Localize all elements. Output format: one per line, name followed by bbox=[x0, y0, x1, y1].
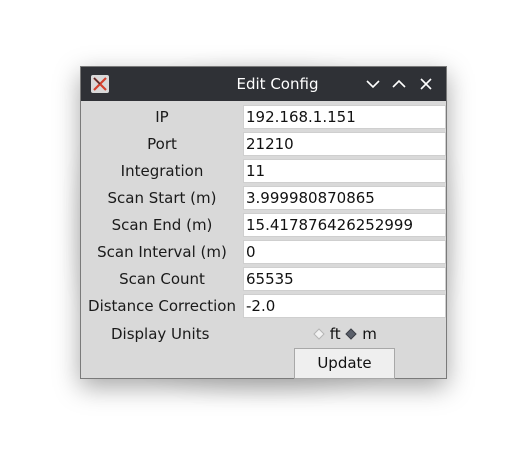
title-bar[interactable]: Edit Config bbox=[81, 67, 446, 101]
radio-ft-label[interactable]: ft bbox=[330, 325, 341, 343]
ip-label: IP bbox=[155, 108, 169, 126]
distance-correction-label: Distance Correction bbox=[88, 297, 236, 315]
scan-interval-label: Scan Interval (m) bbox=[97, 243, 227, 261]
edit-config-window: Edit Config IP 192.168.1.151 Port 21210 … bbox=[80, 66, 447, 379]
scan-end-row: Scan End (m) 15.417876426252999 bbox=[81, 212, 446, 239]
radio-ft[interactable] bbox=[313, 326, 325, 344]
distance-correction-field[interactable]: -2.0 bbox=[243, 294, 446, 318]
chevron-up-icon[interactable] bbox=[388, 73, 410, 95]
scan-start-field[interactable]: 3.999980870865 bbox=[243, 186, 446, 210]
scan-interval-field[interactable]: 0 bbox=[243, 240, 446, 264]
scan-start-label: Scan Start (m) bbox=[107, 189, 217, 207]
scan-count-row: Scan Count 65535 bbox=[81, 266, 446, 293]
radio-m[interactable] bbox=[345, 326, 358, 344]
update-button[interactable]: Update bbox=[294, 348, 395, 379]
close-icon[interactable] bbox=[415, 73, 437, 95]
integration-label: Integration bbox=[120, 162, 204, 180]
port-row: Port 21210 bbox=[81, 131, 446, 158]
scan-count-field[interactable]: 65535 bbox=[243, 267, 446, 291]
scan-end-label: Scan End (m) bbox=[111, 216, 213, 234]
scan-end-field[interactable]: 15.417876426252999 bbox=[243, 213, 446, 237]
chevron-down-icon[interactable] bbox=[362, 73, 384, 95]
integration-field[interactable]: 11 bbox=[243, 159, 446, 183]
display-units-label: Display Units bbox=[111, 325, 210, 343]
radio-m-selected-icon bbox=[345, 327, 358, 340]
ip-row: IP 192.168.1.151 bbox=[81, 104, 446, 131]
radio-m-label[interactable]: m bbox=[362, 325, 377, 343]
scan-count-label: Scan Count bbox=[119, 270, 205, 288]
port-field[interactable]: 21210 bbox=[243, 132, 446, 156]
display-units-radio-group: ft m bbox=[313, 325, 377, 344]
integration-row: Integration 11 bbox=[81, 158, 446, 185]
distance-correction-row: Distance Correction -2.0 bbox=[81, 293, 446, 320]
radio-ft-unselected-icon bbox=[313, 327, 325, 340]
scan-interval-row: Scan Interval (m) 0 bbox=[81, 239, 446, 266]
scan-start-row: Scan Start (m) 3.999980870865 bbox=[81, 185, 446, 212]
port-label: Port bbox=[147, 135, 177, 153]
ip-field[interactable]: 192.168.1.151 bbox=[243, 105, 446, 129]
